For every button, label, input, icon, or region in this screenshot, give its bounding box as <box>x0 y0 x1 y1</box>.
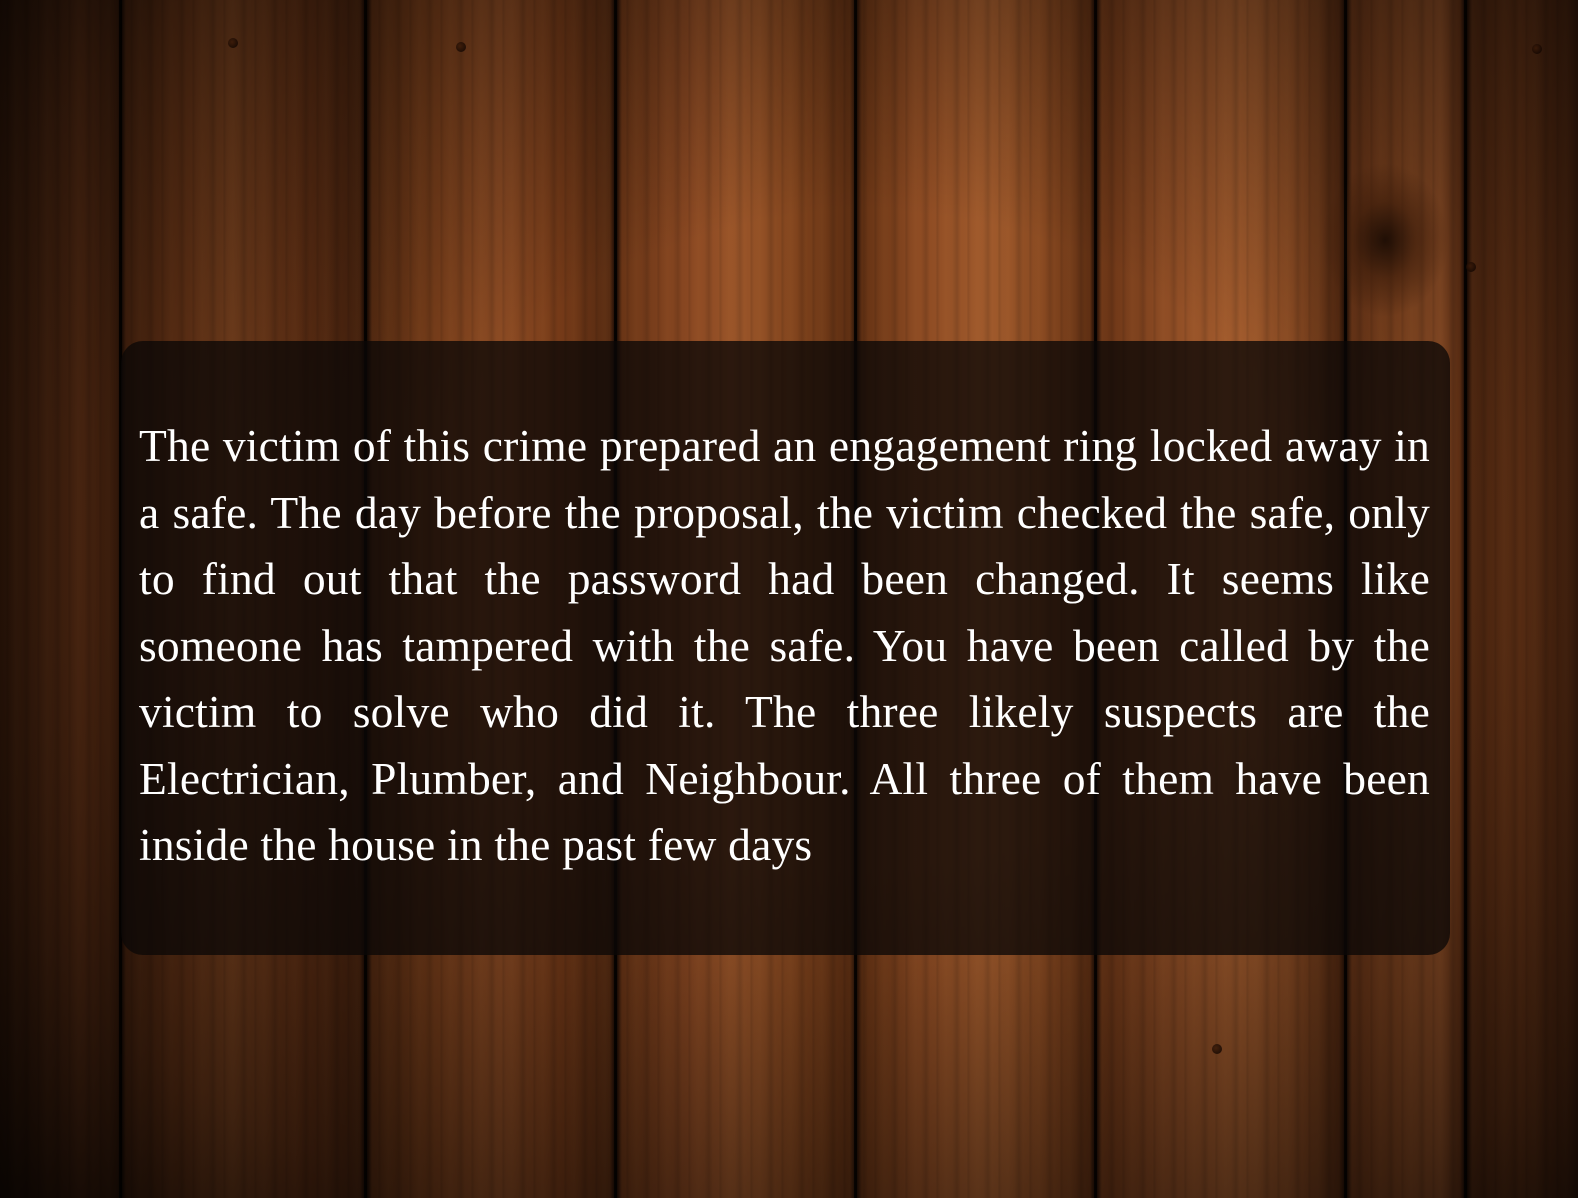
nail-icon <box>228 38 238 48</box>
story-panel: The victim of this crime prepared an eng… <box>121 341 1450 955</box>
nail-icon <box>1532 44 1542 54</box>
nail-icon <box>1466 262 1476 272</box>
nail-icon <box>456 42 466 52</box>
nail-icon <box>1212 1044 1222 1054</box>
story-text: The victim of this crime prepared an eng… <box>139 420 1430 870</box>
wooden-background: The victim of this crime prepared an eng… <box>0 0 1578 1198</box>
plank-seam <box>1464 0 1467 1198</box>
